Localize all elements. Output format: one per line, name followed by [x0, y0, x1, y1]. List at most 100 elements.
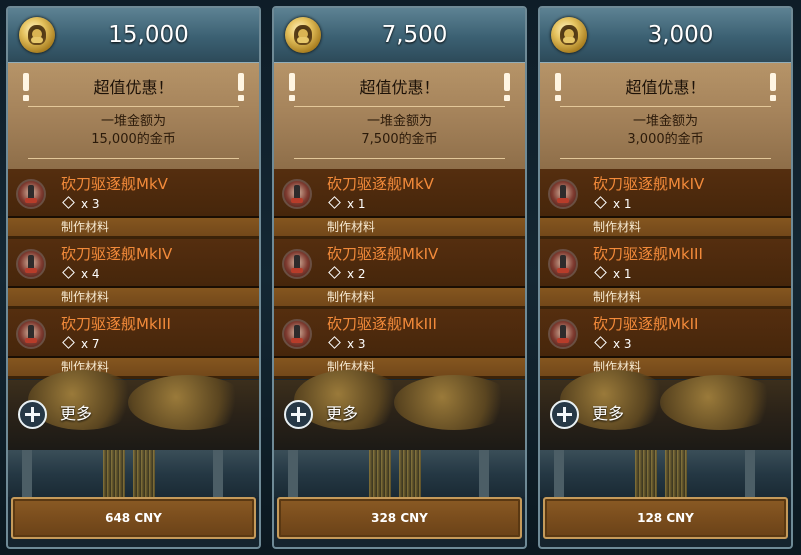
coin-amount: 3,000 [647, 22, 714, 48]
more-button[interactable] [18, 400, 47, 429]
diamond-icon [62, 266, 75, 279]
list-item[interactable]: 砍刀驱逐舰MkV x 1 制作材料 [274, 169, 525, 239]
divider [560, 106, 771, 107]
divider [28, 158, 239, 159]
item-name: 砍刀驱逐舰MkIII [327, 315, 437, 333]
price-label: 128 CNY [637, 511, 694, 525]
item-type-label: 制作材料 [593, 290, 642, 304]
promo-line-2: 3,000的金币 [627, 132, 704, 147]
item-name: 砍刀驱逐舰MkIV [327, 245, 439, 263]
item-name: 砍刀驱逐舰MkII [593, 315, 699, 333]
item-name: 砍刀驱逐舰MkIV [593, 175, 705, 193]
buy-button[interactable]: 648 CNY [11, 497, 256, 539]
item-quantity: x 7 [62, 336, 100, 352]
promo-line-1: 一堆金额为 [632, 114, 698, 129]
promo-banner: 超值优惠！ 一堆金额为 7,500的金币 [274, 63, 525, 169]
offer-card: 3,000 超值优惠！ 一堆金额为 3,000的金币 砍刀驱逐舰MkIV x 1… [538, 6, 793, 549]
promo-description: 一堆金额为 3,000的金币 [550, 113, 781, 149]
diamond-icon [594, 196, 607, 209]
list-item[interactable]: 砍刀驱逐舰MkIII x 1 制作材料 [540, 239, 791, 309]
buy-button[interactable]: 128 CNY [543, 497, 788, 539]
gold-coin-icon [551, 17, 587, 53]
item-name: 砍刀驱逐舰MkV [61, 175, 168, 193]
exclamation-icon [238, 73, 244, 101]
list-item[interactable]: 砍刀驱逐舰MkV x 3 制作材料 [8, 169, 259, 239]
exclamation-icon [23, 73, 29, 101]
more-section: 更多 [274, 370, 525, 450]
item-quantity: x 2 [328, 266, 366, 282]
more-label[interactable]: 更多 [60, 402, 92, 426]
more-label[interactable]: 更多 [326, 402, 358, 426]
offer-card: 7,500 超值优惠！ 一堆金额为 7,500的金币 砍刀驱逐舰MkV x 1 … [272, 6, 527, 549]
promo-line-2: 7,500的金币 [361, 132, 438, 147]
item-quantity: x 4 [62, 266, 100, 282]
item-list: 砍刀驱逐舰MkIV x 1 制作材料 砍刀驱逐舰MkIII x 1 制作材料 砍… [540, 169, 791, 379]
destroyer-ship-icon [282, 249, 312, 279]
promo-title: 超值优惠！ [625, 78, 706, 97]
promo-description: 一堆金额为 15,000的金币 [18, 113, 249, 149]
item-quantity: x 3 [328, 336, 366, 352]
promo-line-1: 一堆金额为 [100, 114, 166, 129]
item-type-label: 制作材料 [61, 290, 110, 304]
list-item[interactable]: 砍刀驱逐舰MkIV x 2 制作材料 [274, 239, 525, 309]
promo-title: 超值优惠！ [93, 78, 174, 97]
destroyer-ship-icon [548, 179, 578, 209]
promo-description: 一堆金额为 7,500的金币 [284, 113, 515, 149]
list-item[interactable]: 砍刀驱逐舰MkIII x 7 制作材料 [8, 309, 259, 379]
item-type-label: 制作材料 [593, 220, 642, 234]
divider [294, 106, 505, 107]
background-art [274, 450, 525, 497]
destroyer-ship-icon [282, 319, 312, 349]
diamond-icon [328, 196, 341, 209]
treasure-art [394, 375, 514, 430]
price-label: 328 CNY [371, 511, 428, 525]
more-button[interactable] [550, 400, 579, 429]
offer-card: 15,000 超值优惠！ 一堆金额为 15,000的金币 砍刀驱逐舰MkV x … [6, 6, 261, 549]
background-art [8, 450, 259, 497]
price-label: 648 CNY [105, 511, 162, 525]
destroyer-ship-icon [16, 319, 46, 349]
list-item[interactable]: 砍刀驱逐舰MkIV x 4 制作材料 [8, 239, 259, 309]
item-name: 砍刀驱逐舰MkIII [593, 245, 703, 263]
list-item[interactable]: 砍刀驱逐舰MkII x 3 制作材料 [540, 309, 791, 379]
exclamation-icon [289, 73, 295, 101]
divider [294, 158, 505, 159]
divider [560, 158, 771, 159]
promo-line-2: 15,000的金币 [91, 132, 176, 147]
more-label[interactable]: 更多 [592, 402, 624, 426]
more-section: 更多 [8, 370, 259, 450]
item-type-label: 制作材料 [61, 220, 110, 234]
treasure-art [128, 375, 248, 430]
list-item[interactable]: 砍刀驱逐舰MkIV x 1 制作材料 [540, 169, 791, 239]
divider [28, 106, 239, 107]
item-quantity: x 1 [594, 266, 632, 282]
item-quantity: x 1 [594, 196, 632, 212]
item-quantity: x 3 [62, 196, 100, 212]
promo-title: 超值优惠！ [359, 78, 440, 97]
gold-coin-icon [285, 17, 321, 53]
destroyer-ship-icon [548, 249, 578, 279]
destroyer-ship-icon [16, 249, 46, 279]
gold-coin-icon [19, 17, 55, 53]
promo-line-1: 一堆金额为 [366, 114, 432, 129]
diamond-icon [62, 336, 75, 349]
item-name: 砍刀驱逐舰MkIV [61, 245, 173, 263]
item-list: 砍刀驱逐舰MkV x 1 制作材料 砍刀驱逐舰MkIV x 2 制作材料 砍刀驱… [274, 169, 525, 379]
item-type-label: 制作材料 [327, 220, 376, 234]
buy-button[interactable]: 328 CNY [277, 497, 522, 539]
coin-amount: 15,000 [108, 22, 189, 48]
diamond-icon [594, 336, 607, 349]
background-art [540, 450, 791, 497]
item-list: 砍刀驱逐舰MkV x 3 制作材料 砍刀驱逐舰MkIV x 4 制作材料 砍刀驱… [8, 169, 259, 379]
coin-amount: 7,500 [381, 22, 448, 48]
more-section: 更多 [540, 370, 791, 450]
item-type-label: 制作材料 [327, 290, 376, 304]
item-name: 砍刀驱逐舰MkIII [61, 315, 171, 333]
promo-banner: 超值优惠！ 一堆金额为 15,000的金币 [8, 63, 259, 169]
destroyer-ship-icon [282, 179, 312, 209]
list-item[interactable]: 砍刀驱逐舰MkIII x 3 制作材料 [274, 309, 525, 379]
promo-banner: 超值优惠！ 一堆金额为 3,000的金币 [540, 63, 791, 169]
card-header: 3,000 [540, 8, 791, 63]
destroyer-ship-icon [16, 179, 46, 209]
more-button[interactable] [284, 400, 313, 429]
